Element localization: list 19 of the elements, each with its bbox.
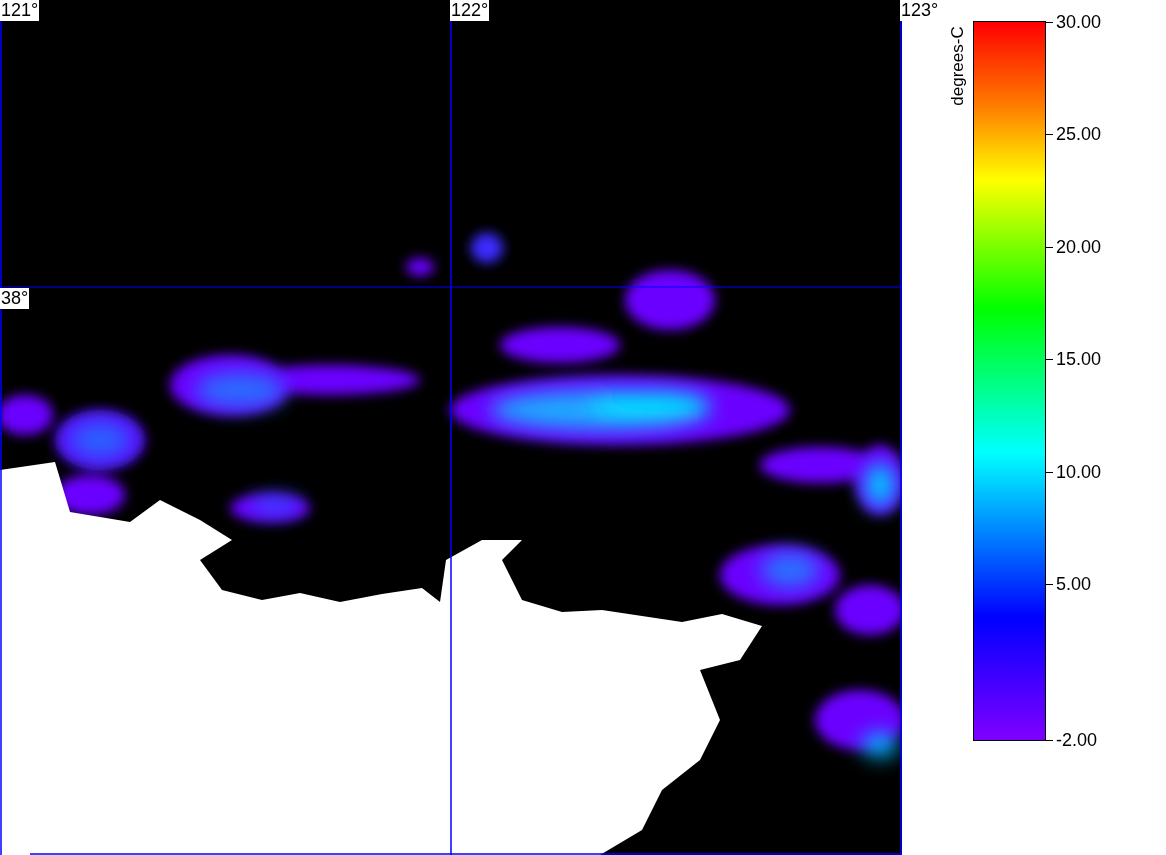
tick-label: 15.00 (1056, 349, 1102, 369)
longitude-label: 122° (450, 0, 490, 21)
tick-mark (1046, 584, 1053, 585)
longitude-label: 123° (900, 0, 940, 21)
tick-mark (1046, 134, 1053, 135)
tick-mark (1046, 472, 1053, 473)
tick-label: 10.00 (1056, 462, 1102, 482)
tick-mark (1046, 359, 1053, 360)
tick-mark (1046, 247, 1053, 248)
unit-label: degrees-C (948, 25, 968, 108)
tick-mark (1046, 22, 1053, 23)
tick-mark (1046, 740, 1053, 741)
tick-label: 20.00 (1056, 237, 1102, 257)
tick-label: 5.00 (1056, 574, 1092, 594)
tick-label: -2.00 (1056, 730, 1098, 750)
tick-label: 30.00 (1056, 12, 1102, 32)
tick-label: 25.00 (1056, 124, 1102, 144)
longitude-label: 121° (0, 0, 40, 21)
latitude-label: 38° (0, 288, 30, 309)
